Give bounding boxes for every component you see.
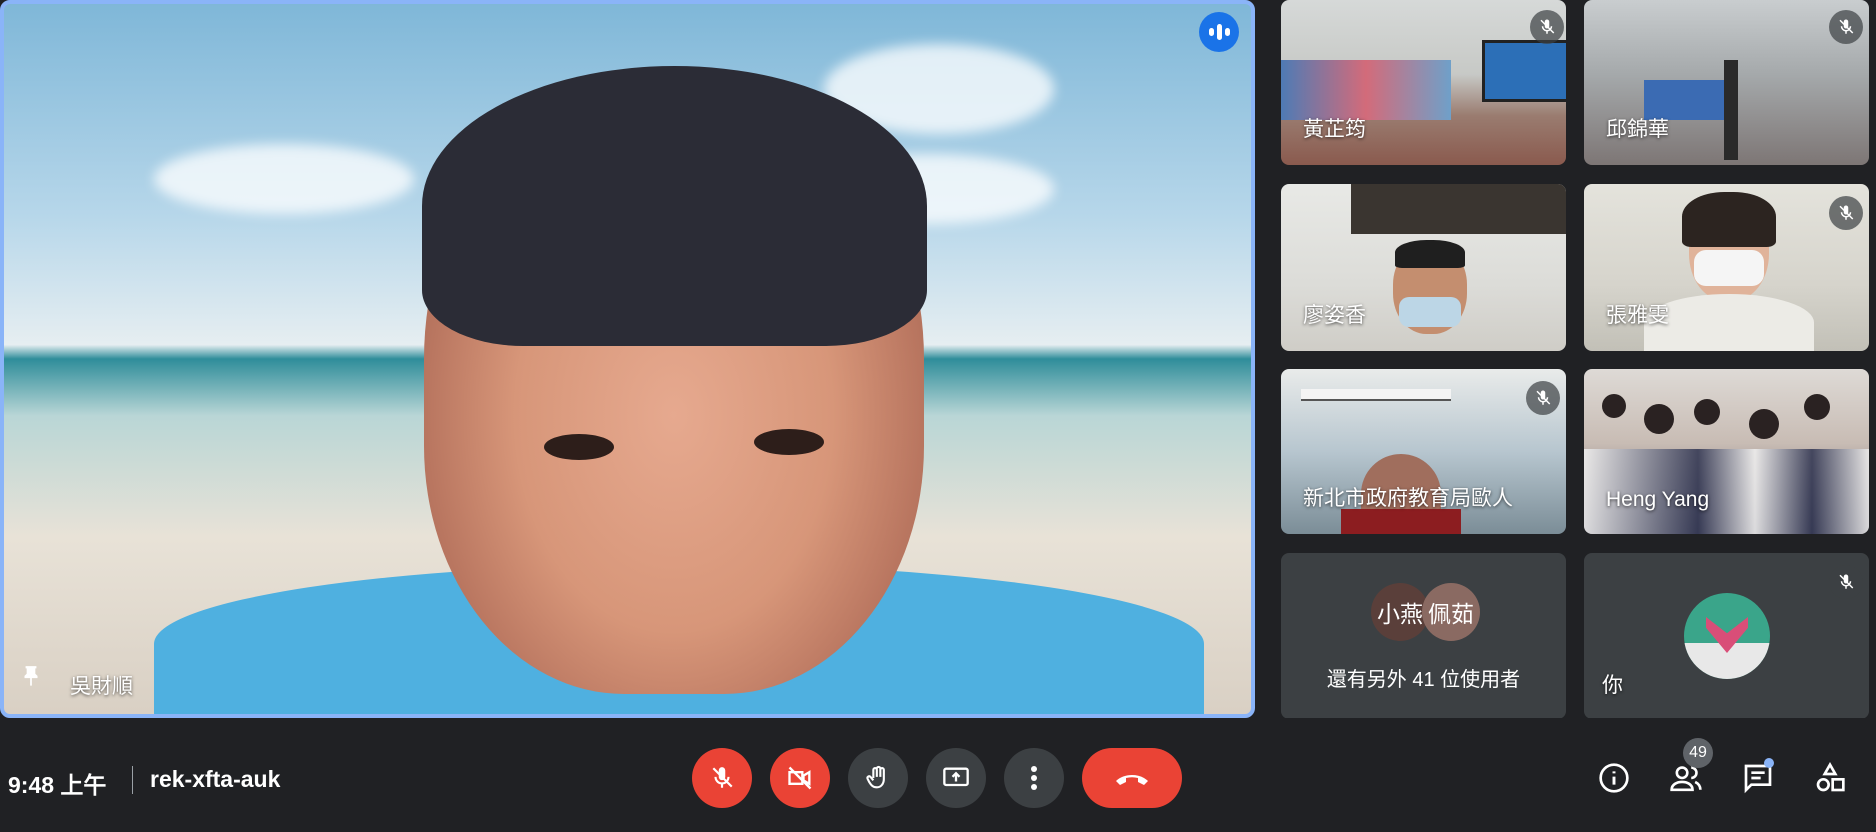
- mic-toggle-button[interactable]: [692, 748, 752, 808]
- participant-count-badge: 49: [1683, 738, 1713, 768]
- mic-off-icon: [1829, 196, 1863, 230]
- meeting-info-button[interactable]: [1592, 756, 1636, 800]
- more-options-button[interactable]: [1004, 748, 1064, 808]
- video-scene: [1602, 394, 1626, 418]
- bottom-toolbar: 9:48 上午 rek-xfta-auk: [0, 718, 1876, 832]
- video-scene: [1694, 399, 1720, 425]
- mic-off-icon: [1829, 10, 1863, 44]
- speaker-eye: [754, 429, 824, 455]
- mic-off-icon: [712, 767, 733, 788]
- others-tile[interactable]: 小燕 佩茹 還有另外 41 位使用者: [1281, 553, 1566, 719]
- speaker-eye: [544, 434, 614, 460]
- present-screen-icon: [943, 767, 969, 787]
- video-scene: [1644, 294, 1814, 351]
- video-scene: [1724, 60, 1738, 160]
- self-tile[interactable]: 你: [1584, 553, 1869, 719]
- participant-tile[interactable]: 新北市政府教育局歐人: [1281, 369, 1566, 534]
- participant-tile[interactable]: 邱錦華: [1584, 0, 1869, 165]
- participant-name: Heng Yang: [1606, 488, 1710, 511]
- participant-tile[interactable]: 廖姿香: [1281, 184, 1566, 351]
- chat-button[interactable]: [1736, 756, 1780, 800]
- pin-icon[interactable]: [18, 663, 44, 696]
- video-scene: [1399, 297, 1461, 327]
- video-scene: [1682, 192, 1776, 247]
- participant-name: 廖姿香: [1303, 304, 1366, 327]
- video-scene: [1395, 240, 1465, 268]
- meeting-code: rek-xfta-auk: [150, 766, 281, 792]
- participant-tile[interactable]: 黃芷筠: [1281, 0, 1566, 165]
- call-end-icon: [1116, 775, 1148, 785]
- mic-off-icon: [1829, 565, 1863, 599]
- leave-call-button[interactable]: [1082, 748, 1182, 808]
- avatar: 佩茹: [1422, 583, 1480, 641]
- activities-button[interactable]: [1808, 756, 1852, 800]
- participant-name: 張雅雯: [1606, 304, 1669, 327]
- camera-toggle-button[interactable]: [770, 748, 830, 808]
- more-vert-icon: [1031, 766, 1037, 790]
- video-scene: [1749, 409, 1779, 439]
- participant-name: 邱錦華: [1606, 118, 1669, 141]
- participant-name: 黃芷筠: [1303, 118, 1366, 141]
- mic-off-icon: [1530, 10, 1564, 44]
- main-speaker-tile[interactable]: 吳財順: [0, 0, 1255, 718]
- self-avatar: [1684, 593, 1770, 679]
- video-scene: [1341, 509, 1461, 534]
- video-scene: [1804, 394, 1830, 420]
- participant-tile[interactable]: Heng Yang: [1584, 369, 1869, 534]
- participant-name: 新北市政府教育局歐人: [1303, 487, 1513, 510]
- others-count-text: 還有另外 41 位使用者: [1326, 669, 1521, 691]
- main-speaker-name: 吳財順: [70, 675, 133, 698]
- divider: [132, 766, 133, 794]
- camera-off-icon: [788, 766, 812, 790]
- hand-icon: [866, 765, 885, 789]
- video-scene: [1301, 389, 1451, 401]
- video-scene: [1482, 40, 1566, 102]
- avatar: 小燕: [1371, 583, 1429, 641]
- raise-hand-button[interactable]: [848, 748, 908, 808]
- speaking-indicator-icon: [1199, 12, 1239, 52]
- present-button[interactable]: [926, 748, 986, 808]
- unread-dot: [1764, 758, 1774, 768]
- meeting-time: 9:48 上午: [8, 772, 107, 798]
- mic-off-icon: [1526, 381, 1560, 415]
- background-cloud: [154, 144, 414, 214]
- speaker-hair: [422, 66, 927, 346]
- self-name: 你: [1602, 674, 1623, 697]
- activities-icon: [1816, 762, 1845, 792]
- video-scene: [1644, 404, 1674, 434]
- info-icon: [1599, 763, 1629, 793]
- video-scene: [1351, 184, 1566, 234]
- participant-tile[interactable]: 張雅雯: [1584, 184, 1869, 351]
- video-scene: [1281, 60, 1451, 120]
- video-scene: [1694, 250, 1764, 286]
